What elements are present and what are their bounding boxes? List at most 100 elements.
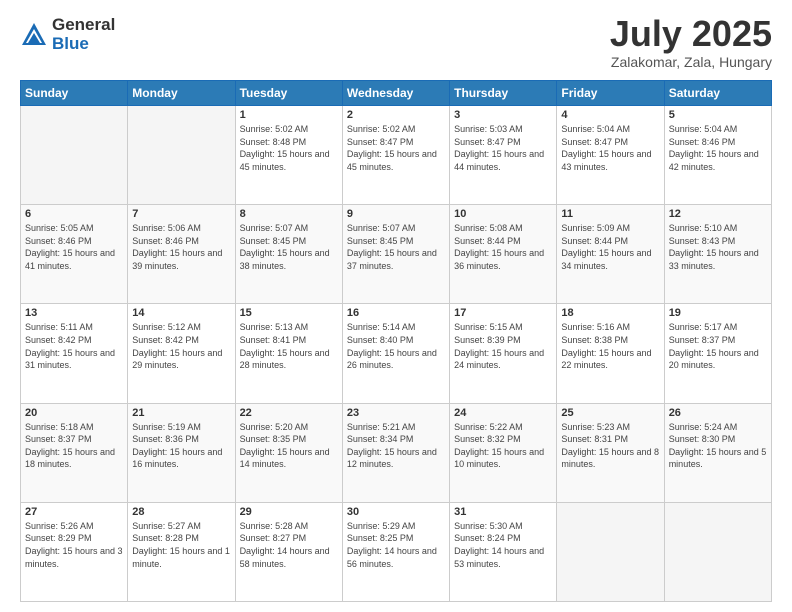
col-saturday: Saturday (664, 81, 771, 106)
day-info: Sunrise: 5:03 AMSunset: 8:47 PMDaylight:… (454, 124, 544, 172)
title-location: Zalakomar, Zala, Hungary (610, 54, 772, 70)
table-row: 17 Sunrise: 5:15 AMSunset: 8:39 PMDaylig… (450, 304, 557, 403)
table-row: 31 Sunrise: 5:30 AMSunset: 8:24 PMDaylig… (450, 502, 557, 601)
title-month: July 2025 (610, 16, 772, 52)
table-row: 2 Sunrise: 5:02 AMSunset: 8:47 PMDayligh… (342, 106, 449, 205)
table-row: 9 Sunrise: 5:07 AMSunset: 8:45 PMDayligh… (342, 205, 449, 304)
day-number: 4 (561, 109, 659, 121)
day-info: Sunrise: 5:27 AMSunset: 8:28 PMDaylight:… (132, 521, 230, 569)
day-info: Sunrise: 5:08 AMSunset: 8:44 PMDaylight:… (454, 223, 544, 271)
table-row (21, 106, 128, 205)
day-info: Sunrise: 5:13 AMSunset: 8:41 PMDaylight:… (240, 322, 330, 370)
day-number: 9 (347, 208, 445, 220)
day-info: Sunrise: 5:23 AMSunset: 8:31 PMDaylight:… (561, 422, 659, 470)
day-info: Sunrise: 5:29 AMSunset: 8:25 PMDaylight:… (347, 521, 437, 569)
col-tuesday: Tuesday (235, 81, 342, 106)
table-row: 26 Sunrise: 5:24 AMSunset: 8:30 PMDaylig… (664, 403, 771, 502)
day-number: 5 (669, 109, 767, 121)
day-number: 18 (561, 307, 659, 319)
table-row: 5 Sunrise: 5:04 AMSunset: 8:46 PMDayligh… (664, 106, 771, 205)
day-info: Sunrise: 5:17 AMSunset: 8:37 PMDaylight:… (669, 322, 759, 370)
table-row: 22 Sunrise: 5:20 AMSunset: 8:35 PMDaylig… (235, 403, 342, 502)
table-row: 7 Sunrise: 5:06 AMSunset: 8:46 PMDayligh… (128, 205, 235, 304)
day-info: Sunrise: 5:05 AMSunset: 8:46 PMDaylight:… (25, 223, 115, 271)
day-number: 1 (240, 109, 338, 121)
col-wednesday: Wednesday (342, 81, 449, 106)
day-number: 3 (454, 109, 552, 121)
day-info: Sunrise: 5:30 AMSunset: 8:24 PMDaylight:… (454, 521, 544, 569)
day-number: 11 (561, 208, 659, 220)
day-info: Sunrise: 5:18 AMSunset: 8:37 PMDaylight:… (25, 422, 115, 470)
day-number: 25 (561, 407, 659, 419)
table-row: 19 Sunrise: 5:17 AMSunset: 8:37 PMDaylig… (664, 304, 771, 403)
day-number: 7 (132, 208, 230, 220)
day-number: 14 (132, 307, 230, 319)
logo: General Blue (20, 16, 115, 53)
day-info: Sunrise: 5:24 AMSunset: 8:30 PMDaylight:… (669, 422, 767, 470)
day-number: 26 (669, 407, 767, 419)
day-info: Sunrise: 5:26 AMSunset: 8:29 PMDaylight:… (25, 521, 123, 569)
day-number: 23 (347, 407, 445, 419)
table-row: 11 Sunrise: 5:09 AMSunset: 8:44 PMDaylig… (557, 205, 664, 304)
day-info: Sunrise: 5:15 AMSunset: 8:39 PMDaylight:… (454, 322, 544, 370)
day-number: 10 (454, 208, 552, 220)
day-info: Sunrise: 5:21 AMSunset: 8:34 PMDaylight:… (347, 422, 437, 470)
day-number: 20 (25, 407, 123, 419)
table-row: 20 Sunrise: 5:18 AMSunset: 8:37 PMDaylig… (21, 403, 128, 502)
table-row: 1 Sunrise: 5:02 AMSunset: 8:48 PMDayligh… (235, 106, 342, 205)
col-friday: Friday (557, 81, 664, 106)
calendar-week-row: 20 Sunrise: 5:18 AMSunset: 8:37 PMDaylig… (21, 403, 772, 502)
logo-general-text: General (52, 16, 115, 35)
table-row: 27 Sunrise: 5:26 AMSunset: 8:29 PMDaylig… (21, 502, 128, 601)
day-number: 12 (669, 208, 767, 220)
day-number: 31 (454, 506, 552, 518)
day-info: Sunrise: 5:16 AMSunset: 8:38 PMDaylight:… (561, 322, 651, 370)
day-number: 22 (240, 407, 338, 419)
calendar-week-row: 27 Sunrise: 5:26 AMSunset: 8:29 PMDaylig… (21, 502, 772, 601)
day-info: Sunrise: 5:04 AMSunset: 8:47 PMDaylight:… (561, 124, 651, 172)
table-row: 10 Sunrise: 5:08 AMSunset: 8:44 PMDaylig… (450, 205, 557, 304)
day-info: Sunrise: 5:07 AMSunset: 8:45 PMDaylight:… (240, 223, 330, 271)
logo-blue-text: Blue (52, 35, 115, 54)
col-thursday: Thursday (450, 81, 557, 106)
table-row: 12 Sunrise: 5:10 AMSunset: 8:43 PMDaylig… (664, 205, 771, 304)
day-info: Sunrise: 5:14 AMSunset: 8:40 PMDaylight:… (347, 322, 437, 370)
day-info: Sunrise: 5:12 AMSunset: 8:42 PMDaylight:… (132, 322, 222, 370)
col-monday: Monday (128, 81, 235, 106)
logo-icon (20, 21, 48, 49)
day-number: 24 (454, 407, 552, 419)
day-info: Sunrise: 5:09 AMSunset: 8:44 PMDaylight:… (561, 223, 651, 271)
table-row: 14 Sunrise: 5:12 AMSunset: 8:42 PMDaylig… (128, 304, 235, 403)
page: General Blue July 2025 Zalakomar, Zala, … (0, 0, 792, 612)
table-row: 25 Sunrise: 5:23 AMSunset: 8:31 PMDaylig… (557, 403, 664, 502)
day-info: Sunrise: 5:02 AMSunset: 8:48 PMDaylight:… (240, 124, 330, 172)
table-row: 18 Sunrise: 5:16 AMSunset: 8:38 PMDaylig… (557, 304, 664, 403)
logo-text: General Blue (52, 16, 115, 53)
day-number: 2 (347, 109, 445, 121)
table-row: 30 Sunrise: 5:29 AMSunset: 8:25 PMDaylig… (342, 502, 449, 601)
day-number: 28 (132, 506, 230, 518)
day-number: 21 (132, 407, 230, 419)
calendar-header-row: Sunday Monday Tuesday Wednesday Thursday… (21, 81, 772, 106)
day-number: 6 (25, 208, 123, 220)
col-sunday: Sunday (21, 81, 128, 106)
table-row: 6 Sunrise: 5:05 AMSunset: 8:46 PMDayligh… (21, 205, 128, 304)
day-number: 27 (25, 506, 123, 518)
day-number: 17 (454, 307, 552, 319)
table-row: 23 Sunrise: 5:21 AMSunset: 8:34 PMDaylig… (342, 403, 449, 502)
table-row: 21 Sunrise: 5:19 AMSunset: 8:36 PMDaylig… (128, 403, 235, 502)
table-row: 24 Sunrise: 5:22 AMSunset: 8:32 PMDaylig… (450, 403, 557, 502)
header: General Blue July 2025 Zalakomar, Zala, … (20, 16, 772, 70)
day-info: Sunrise: 5:06 AMSunset: 8:46 PMDaylight:… (132, 223, 222, 271)
table-row (128, 106, 235, 205)
table-row: 16 Sunrise: 5:14 AMSunset: 8:40 PMDaylig… (342, 304, 449, 403)
day-number: 8 (240, 208, 338, 220)
calendar-table: Sunday Monday Tuesday Wednesday Thursday… (20, 80, 772, 602)
day-info: Sunrise: 5:11 AMSunset: 8:42 PMDaylight:… (25, 322, 115, 370)
table-row: 13 Sunrise: 5:11 AMSunset: 8:42 PMDaylig… (21, 304, 128, 403)
table-row: 28 Sunrise: 5:27 AMSunset: 8:28 PMDaylig… (128, 502, 235, 601)
calendar-week-row: 13 Sunrise: 5:11 AMSunset: 8:42 PMDaylig… (21, 304, 772, 403)
table-row: 29 Sunrise: 5:28 AMSunset: 8:27 PMDaylig… (235, 502, 342, 601)
table-row: 8 Sunrise: 5:07 AMSunset: 8:45 PMDayligh… (235, 205, 342, 304)
day-info: Sunrise: 5:10 AMSunset: 8:43 PMDaylight:… (669, 223, 759, 271)
